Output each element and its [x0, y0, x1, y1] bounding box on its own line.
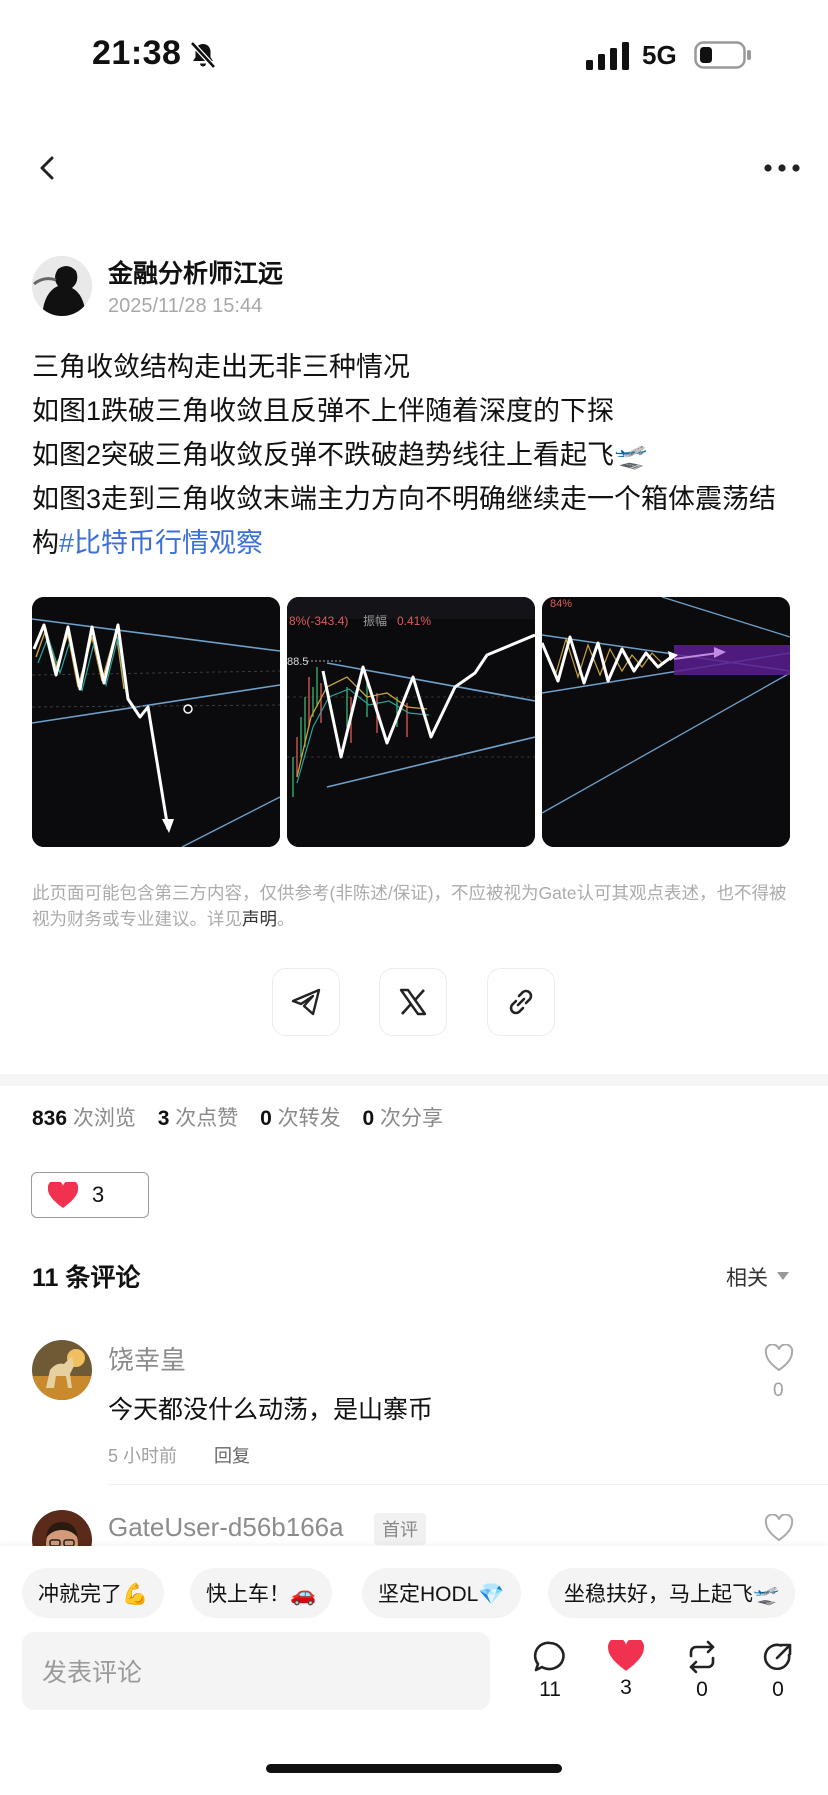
disclaimer: 此页面可能包含第三方内容，仅供参考(非陈述/保证)，不应被视为Gate认可其观点… — [32, 880, 792, 932]
post-body: 三角收敛结构走出无非三种情况 如图1跌破三角收敛且反弹不上伴随着深度的下探 如图… — [32, 345, 802, 565]
comments-title: 11 条评论 — [32, 1264, 141, 1292]
post-line: 如图3走到三角收敛末端主力方向不明确继续走一个箱体震荡结构#比特币行情观察 — [32, 477, 802, 565]
telegram-icon — [291, 988, 321, 1016]
like-action[interactable]: 3 — [596, 1640, 656, 1700]
comments-action[interactable]: 11 — [520, 1640, 580, 1702]
like-count: 3 — [92, 1182, 105, 1207]
comment-bubble-icon — [533, 1641, 565, 1672]
post-line: 如图2突破三角收敛反弹不跌破趋势线往上看起飞🛫 — [32, 440, 648, 470]
signal-icon — [586, 42, 629, 70]
share-action-count: 0 — [772, 1678, 784, 1701]
shares-label: 次分享 — [380, 1107, 444, 1130]
network-type: 5G — [642, 40, 677, 70]
post-stats: 836 次浏览 3 次点赞 0 次转发 0 次分享 — [32, 1102, 459, 1132]
share-icon — [763, 1643, 792, 1671]
share-action[interactable]: 0 — [748, 1640, 808, 1702]
chart-image-3[interactable]: 84% — [542, 597, 790, 847]
author-name[interactable]: 金融分析师江远 — [108, 254, 283, 290]
battery-icon — [694, 41, 751, 69]
heart-filled-icon — [608, 1640, 644, 1671]
chart-label: 8%(-343.4) — [289, 614, 348, 628]
comment-reply-button[interactable]: 回复 — [214, 1442, 250, 1468]
x-logo-icon — [399, 988, 427, 1016]
repost-action[interactable]: 0 — [672, 1640, 732, 1702]
post-line: 如图1跌破三角收敛且反弹不上伴随着深度的下探 — [32, 396, 615, 426]
like-action-count: 3 — [620, 1676, 632, 1699]
copy-link-button[interactable] — [487, 968, 555, 1036]
post-line: 三角收敛结构走出无非三种情况 — [32, 352, 410, 382]
comment-avatar[interactable] — [32, 1340, 92, 1400]
post-images: 8%(-343.4) 振幅 0.41% 88.5 84% — [32, 597, 796, 847]
chart-image-2[interactable]: 8%(-343.4) 振幅 0.41% 88.5 — [287, 597, 535, 847]
quick-reply-chip[interactable]: 快上车！🚗 — [190, 1568, 333, 1618]
share-telegram-button[interactable] — [272, 968, 340, 1036]
comment-separator — [108, 1484, 828, 1485]
chart-label: 84% — [550, 598, 572, 610]
home-indicator — [266, 1764, 562, 1773]
chart-label: 振幅 — [363, 613, 387, 628]
reposts-count: 0 — [260, 1107, 272, 1130]
comment-author[interactable]: GateUser-d56b166a — [108, 1512, 344, 1543]
link-icon — [509, 989, 533, 1015]
likes-label: 次点赞 — [175, 1107, 239, 1130]
caret-down-icon[interactable] — [777, 1272, 789, 1280]
comment-time: 5 小时前 — [108, 1446, 178, 1466]
share-x-button[interactable] — [379, 968, 447, 1036]
bell-muted-icon — [190, 41, 216, 69]
chart-label: 0.41% — [397, 614, 431, 628]
comment-like-count: 0 — [773, 1380, 784, 1401]
like-button[interactable]: 3 — [31, 1172, 149, 1218]
heart-outline-icon[interactable] — [764, 1344, 794, 1372]
hashtag-link[interactable]: #比特币行情观察 — [59, 528, 263, 558]
disclaimer-link[interactable]: 声明 — [242, 909, 277, 929]
heart-filled-icon — [48, 1181, 78, 1208]
comments-action-count: 11 — [539, 1678, 561, 1701]
likes-count: 3 — [157, 1107, 170, 1130]
comments-sort[interactable]: 相关 — [726, 1262, 768, 1292]
more-icon[interactable] — [762, 156, 802, 180]
chart-price-label: 88.5 — [287, 656, 308, 668]
reposts-label: 次转发 — [277, 1107, 341, 1130]
author-avatar[interactable] — [32, 256, 92, 316]
quick-reply-chip[interactable]: 坚定HODL💎 — [362, 1568, 521, 1618]
first-comment-badge: 首评 — [374, 1513, 426, 1545]
quick-reply-chip[interactable]: 坐稳扶好，马上起飞🛫 — [548, 1568, 796, 1618]
views-count: 836 — [32, 1107, 68, 1130]
back-icon[interactable] — [30, 150, 66, 186]
comment-input[interactable]: 发表评论 — [22, 1632, 490, 1710]
comment-author[interactable]: 饶幸皇 — [108, 1340, 186, 1377]
shares-count: 0 — [362, 1107, 375, 1130]
disclaimer-end: 。 — [277, 909, 295, 929]
repost-icon — [689, 1640, 715, 1674]
post-date: 2025/11/28 15:44 — [108, 295, 263, 317]
heart-outline-icon[interactable] — [764, 1514, 794, 1542]
views-label: 次浏览 — [72, 1107, 136, 1130]
quick-reply-chip[interactable]: 冲就完了💪 — [22, 1568, 165, 1618]
status-time: 21:38 — [92, 34, 182, 72]
disclaimer-text: 此页面可能包含第三方内容，仅供参考(非陈述/保证)，不应被视为Gate认可其观点… — [32, 883, 787, 929]
chart-image-1[interactable] — [32, 597, 280, 847]
repost-action-count: 0 — [696, 1678, 708, 1701]
section-divider — [0, 1074, 828, 1086]
comment-text: 今天都没什么动荡，是山寨币 — [108, 1396, 434, 1424]
